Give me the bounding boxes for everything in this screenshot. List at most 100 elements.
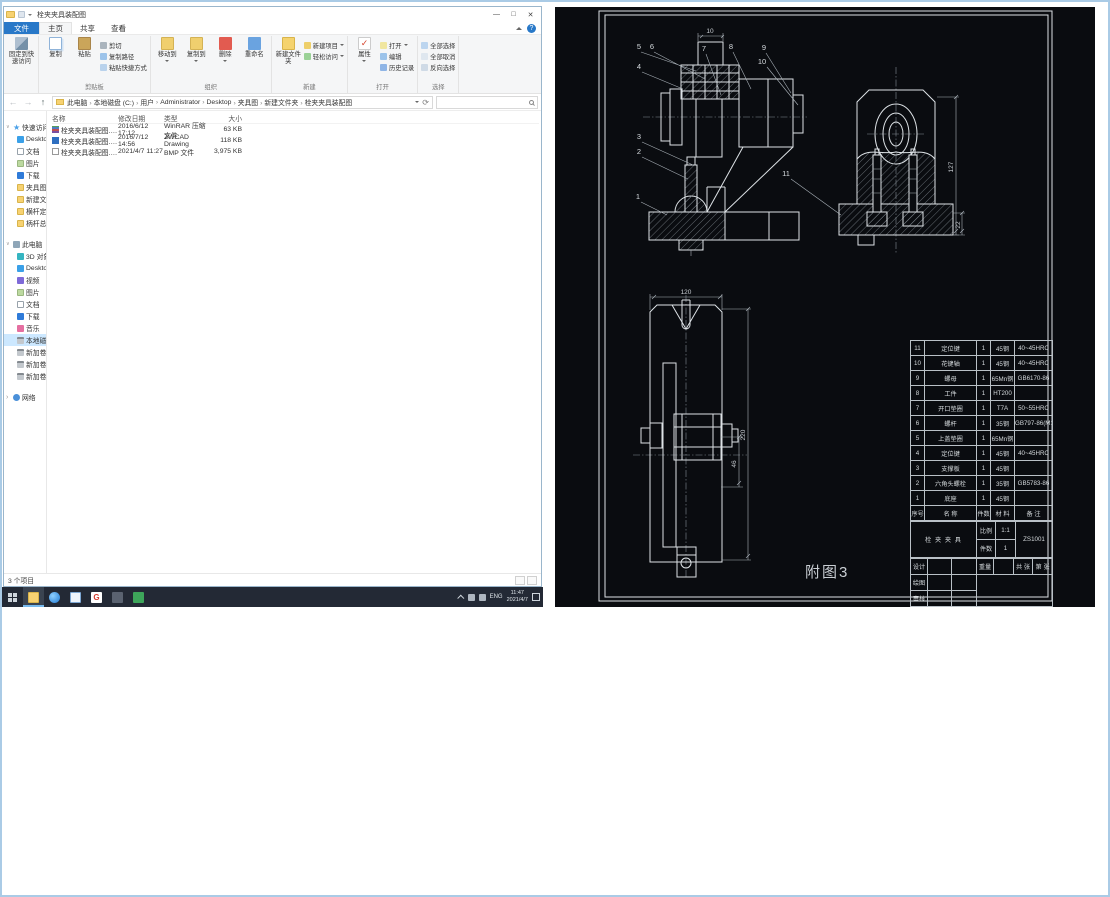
- edit-button[interactable]: 编辑: [379, 51, 414, 61]
- sidebar-item-disk[interactable]: 新加卷 (F:): [4, 370, 46, 382]
- maximize-button[interactable]: □: [505, 8, 522, 21]
- tray-chevron-icon[interactable]: [456, 594, 464, 602]
- sidebar-section-this-pc[interactable]: 此电脑: [4, 238, 46, 250]
- breadcrumb-item[interactable]: Administrator: [154, 99, 200, 106]
- column-header[interactable]: 大小: [210, 113, 246, 123]
- sidebar-item-disk[interactable]: 新加卷 (E:): [4, 358, 46, 370]
- cut-button[interactable]: 剪切: [100, 40, 147, 50]
- properties-button[interactable]: 属性: [351, 36, 378, 64]
- paste-shortcut-icon: [100, 63, 107, 71]
- taskbar-app-button[interactable]: [107, 587, 128, 607]
- tray-icon[interactable]: [467, 593, 475, 601]
- easy-access-button[interactable]: 轻松访问: [303, 51, 344, 61]
- column-header[interactable]: 修改日期: [118, 113, 164, 123]
- breadcrumb-box[interactable]: 此电脑本地磁盘 (C:)用户AdministratorDesktop夹具图新建文…: [52, 95, 433, 109]
- copy-button[interactable]: 复制: [42, 36, 69, 58]
- up-button[interactable]: ↑: [37, 96, 49, 108]
- sidebar-item-disk[interactable]: 新加卷 (D:): [4, 346, 46, 358]
- forward-button[interactable]: →: [22, 96, 34, 108]
- copy-to-button[interactable]: 复制到: [183, 36, 210, 64]
- sidebar-item-pic[interactable]: 图片: [4, 157, 46, 169]
- tab-home[interactable]: 主页: [39, 22, 72, 34]
- pin-quick-access-button[interactable]: 固定到快速访问: [8, 36, 35, 65]
- sidebar-item-pic[interactable]: 图片: [4, 286, 46, 298]
- tab-view[interactable]: 查看: [103, 22, 134, 34]
- bom-row: 3 支撑板 1 45钢: [910, 460, 1053, 476]
- breadcrumb-item[interactable]: 栓夹夹具装配图: [298, 97, 353, 107]
- desktop-icon: [17, 264, 24, 272]
- paste-button[interactable]: 粘贴: [71, 36, 98, 58]
- sidebar-item-doc[interactable]: 文档: [4, 145, 46, 157]
- part-callout-10: 10: [758, 57, 766, 66]
- action-center-icon[interactable]: [532, 593, 540, 601]
- file-row[interactable]: 栓夹夹具装配图.dwg.BMP2021/4/7 11:27BMP 文件 3,975…: [52, 146, 539, 157]
- tab-share[interactable]: 共享: [72, 22, 103, 34]
- sidebar-item-music[interactable]: 音乐: [4, 322, 46, 334]
- tray-icon[interactable]: [478, 593, 486, 601]
- bom-cell: [951, 558, 977, 575]
- quick-access-caret-icon[interactable]: [28, 13, 32, 18]
- breadcrumb-item[interactable]: Desktop: [200, 99, 232, 106]
- breadcrumb-item[interactable]: 夹具图: [231, 97, 258, 107]
- bom-row: 7 开口垫圈 1 T7A 50~55HRC: [910, 400, 1053, 416]
- tab-file[interactable]: 文件: [4, 22, 39, 34]
- file-row[interactable]: 栓夹夹具装配图.dwg 2016/7/12 14:56 ZWCAD Drawing 1…: [52, 134, 539, 148]
- taskbar-viewer-button[interactable]: [128, 587, 149, 607]
- help-icon[interactable]: [527, 23, 536, 33]
- doc-icon: [17, 300, 24, 308]
- close-button[interactable]: ✕: [522, 8, 539, 21]
- clock[interactable]: 11:47 2021/4/7: [507, 590, 528, 604]
- sidebar-item-3d[interactable]: 3D 对象: [4, 250, 46, 262]
- bom-cell: 螺母: [924, 370, 977, 386]
- sidebar-section-network[interactable]: 网络: [4, 391, 46, 403]
- sidebar-item-folder[interactable]: 夹具图: [4, 181, 46, 193]
- breadcrumb-item[interactable]: 本地磁盘 (C:): [87, 97, 134, 107]
- sidebar-item-disk[interactable]: 本地磁盘 (C:): [4, 334, 46, 346]
- sidebar-item-folder[interactable]: 新建文件夹: [4, 193, 46, 205]
- search-input[interactable]: [436, 95, 538, 109]
- paste-shortcut-button[interactable]: 粘贴快捷方式: [100, 62, 147, 72]
- sidebar-item-desktop[interactable]: Desktop: [4, 133, 46, 145]
- sidebar-item-folder[interactable]: 横杆定位销图: [4, 205, 46, 217]
- details-view-button[interactable]: [515, 575, 525, 585]
- open-button[interactable]: 打开: [379, 40, 414, 50]
- column-header[interactable]: 名称: [52, 113, 118, 123]
- quick-access-toolbar-icon[interactable]: [18, 11, 25, 18]
- minimize-button[interactable]: —: [488, 8, 505, 21]
- input-language[interactable]: ENG: [490, 594, 503, 600]
- delete-button[interactable]: 删除: [212, 36, 239, 64]
- part-callout-3: 3: [637, 132, 641, 141]
- taskbar-explorer-button[interactable]: [23, 587, 44, 607]
- address-dropdown-icon[interactable]: [415, 101, 420, 105]
- sidebar-item-label: Desktop: [26, 135, 46, 143]
- taskbar-g-app-button[interactable]: [86, 587, 107, 607]
- sidebar-item-folder[interactable]: 柄杆总装图: [4, 217, 46, 229]
- new-item-button[interactable]: 新建项目: [303, 40, 344, 50]
- sidebar-item-down[interactable]: 下载: [4, 310, 46, 322]
- breadcrumb-item[interactable]: 用户: [134, 97, 154, 107]
- history-button[interactable]: 历史记录: [379, 62, 414, 72]
- breadcrumb-item[interactable]: 新建文件夹: [258, 97, 298, 107]
- rename-button[interactable]: 重命名: [241, 36, 268, 58]
- explorer-icon: [28, 591, 39, 603]
- taskbar-document-app-button[interactable]: [65, 587, 86, 607]
- new-folder-button[interactable]: 新建文件夹: [275, 36, 302, 65]
- select-none-button[interactable]: 全部取消: [421, 51, 455, 61]
- start-button[interactable]: [2, 587, 23, 607]
- move-to-button[interactable]: 移动到: [154, 36, 181, 64]
- taskbar-browser-button[interactable]: [44, 587, 65, 607]
- refresh-icon[interactable]: ⟳: [422, 98, 429, 107]
- back-button[interactable]: ←: [7, 96, 19, 108]
- sidebar-item-down[interactable]: 下载: [4, 169, 46, 181]
- ribbon-collapse-icon[interactable]: [516, 24, 522, 30]
- invert-selection-button[interactable]: 反向选择: [421, 62, 455, 72]
- sidebar-item-desktop[interactable]: Desktop: [4, 262, 46, 274]
- sidebar-item-video[interactable]: 视频: [4, 274, 46, 286]
- thumbnails-view-button[interactable]: [527, 575, 537, 585]
- sidebar-item-doc[interactable]: 文档: [4, 298, 46, 310]
- sidebar-section-quick-access[interactable]: 快速访问: [4, 121, 46, 133]
- copy-path-button[interactable]: 复制路径: [100, 51, 147, 61]
- select-all-button[interactable]: 全部选择: [421, 40, 455, 50]
- breadcrumb-item[interactable]: 此电脑: [67, 97, 87, 107]
- invert-selection-icon: [421, 63, 429, 71]
